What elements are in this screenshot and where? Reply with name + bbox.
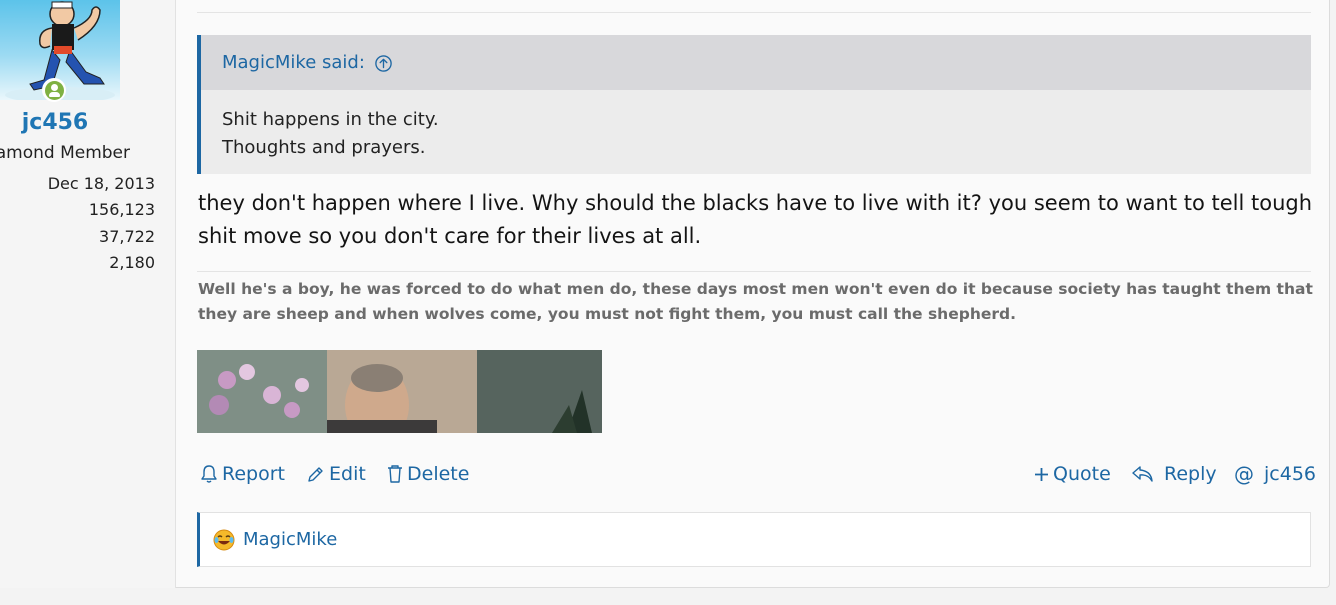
top-divider (197, 12, 1311, 13)
quote-block: MagicMike said: Shit happens in the city… (197, 35, 1311, 174)
circle-arrow-up-icon[interactable] (375, 54, 392, 72)
reaction-score: 37,722 (99, 227, 155, 246)
reactions-bar: MagicMike (197, 512, 1311, 567)
reply-label: Reply (1164, 463, 1217, 485)
online-status-icon (42, 78, 66, 102)
mention-label: jc456 (1264, 463, 1316, 485)
pencil-icon (308, 466, 323, 482)
quote-label: Quote (1053, 463, 1111, 485)
username[interactable]: jc456 (0, 110, 110, 135)
plus-icon (1035, 467, 1048, 481)
quote-line: Thoughts and prayers. (222, 137, 426, 158)
joined-date: Dec 18, 2013 (47, 174, 155, 193)
at-icon: @ (1234, 462, 1254, 486)
signature-image (197, 350, 602, 433)
quote-button[interactable]: Quote (1034, 460, 1111, 488)
reaction-users-link[interactable]: MagicMike (243, 529, 337, 550)
reply-arrow-icon (1132, 466, 1153, 482)
report-label: Report (222, 463, 285, 485)
message-post: jc456 Diamond Member Dec 18, 2013 156,12… (0, 0, 1330, 588)
bell-icon (201, 465, 217, 483)
report-button[interactable]: Report (200, 460, 285, 488)
mention-button[interactable]: @ jc456 (1234, 460, 1316, 488)
trash-icon (388, 465, 402, 483)
delete-label: Delete (407, 463, 470, 485)
user-sidebar: jc456 Diamond Member Dec 18, 2013 156,12… (0, 0, 176, 588)
edit-label: Edit (329, 463, 366, 485)
edit-button[interactable]: Edit (306, 460, 366, 488)
quote-line: Shit happens in the city. (222, 109, 439, 130)
reply-button[interactable]: Reply (1131, 460, 1217, 488)
post-body: they don't happen where I live. Why shou… (198, 191, 1313, 248)
messages-count: 156,123 (88, 200, 155, 219)
laughing-face-icon (213, 529, 235, 550)
quote-content: Shit happens in the city. Thoughts and p… (201, 90, 1311, 162)
signature-text: Well he's a boy, he was forced to do wha… (198, 280, 1313, 323)
signature-divider (197, 271, 1311, 272)
user-title: Diamond Member (0, 143, 130, 163)
delete-button[interactable]: Delete (387, 460, 469, 488)
points-count: 2,180 (109, 253, 155, 272)
page-bottom-strip (0, 596, 1336, 605)
quote-header[interactable]: MagicMike said: (201, 35, 1311, 90)
quote-author[interactable]: MagicMike said: (222, 52, 365, 73)
